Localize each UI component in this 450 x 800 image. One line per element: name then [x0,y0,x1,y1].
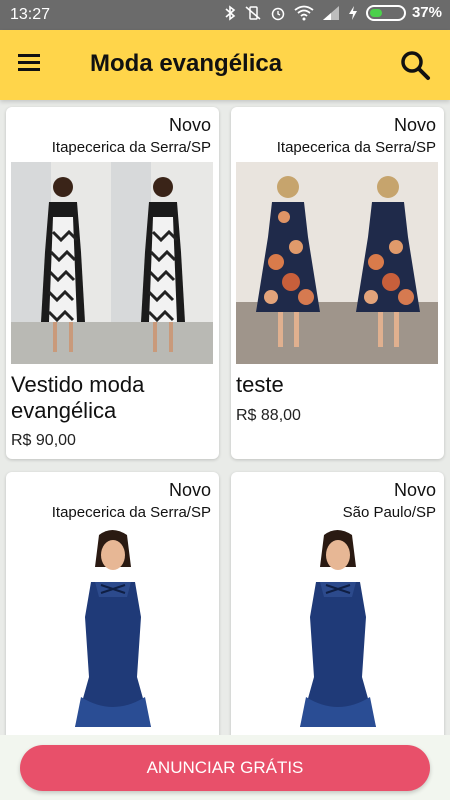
advertise-free-button[interactable]: ANUNCIAR GRÁTIS [20,745,430,791]
product-image[interactable] [236,162,438,364]
listing-price: R$ 90,00 [11,432,76,449]
menu-icon[interactable] [18,50,54,80]
listing-location: Itapecerica da Serra/SP [51,139,211,156]
new-badge: Novo [168,480,211,500]
listing-grid: Novo Itapecerica da Serra/SP Vestido mod… [0,100,450,740]
listing-location: São Paulo/SP [342,504,436,521]
product-image[interactable] [236,527,438,729]
search-icon[interactable] [398,48,432,82]
new-badge: Novo [393,480,436,500]
listing-location: Itapecerica da Serra/SP [276,139,436,156]
listing-card[interactable]: Novo Itapecerica da Serra/SP [231,107,444,459]
listing-card[interactable]: Novo Itapecerica da Serra/SP [6,107,219,459]
product-image[interactable] [11,527,213,729]
bluetooth-icon [224,4,236,21]
listing-location: Itapecerica da Serra/SP [51,504,211,521]
bottom-action-bar: ANUNCIAR GRÁTIS [0,735,450,800]
status-time: 13:27 [10,6,51,23]
product-image[interactable] [11,162,213,364]
app-bar: Moda evangélica [0,30,450,100]
listing-price: R$ 88,00 [236,407,301,424]
listing-title: Vestido moda evangélica [11,372,145,423]
vibrate-off-icon [244,5,262,21]
listing-title: teste [236,372,284,397]
wifi-icon [294,5,314,21]
charging-icon [348,5,358,21]
page-title: Moda evangélica [90,50,283,77]
alarm-icon [270,5,286,21]
listing-card[interactable]: Novo São Paulo/SP [231,472,444,740]
signal-icon [322,5,340,21]
battery-indicator: 37% [365,4,442,21]
status-bar: 13:27 37% [0,0,450,30]
listing-card[interactable]: Novo Itapecerica da Serra/SP [6,472,219,740]
new-badge: Novo [393,115,436,135]
battery-percent: 37% [411,4,442,21]
battery-icon [365,4,406,21]
new-badge: Novo [168,115,211,135]
